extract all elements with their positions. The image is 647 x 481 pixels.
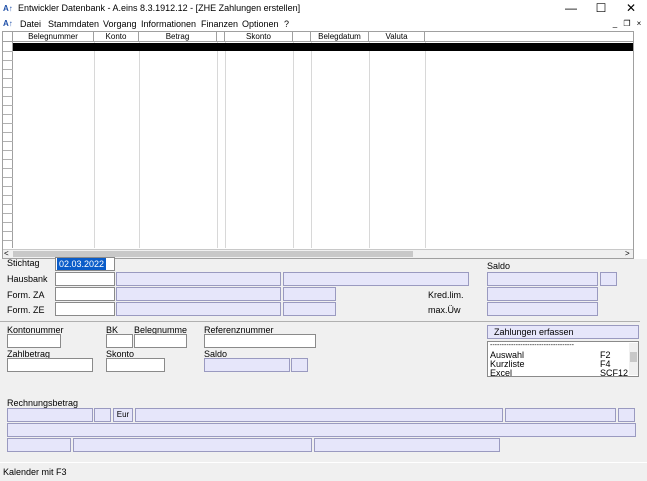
- minimize-button[interactable]: —: [556, 0, 586, 17]
- list-item-excel[interactable]: Excel: [490, 368, 512, 378]
- mdi-minimize-button[interactable]: _: [610, 19, 620, 28]
- form-za-name-display: [116, 287, 281, 301]
- grid-corner: [3, 32, 13, 42]
- selected-grid-row[interactable]: [13, 43, 633, 51]
- rechnungsbetrag-label: Rechnungsbetrag: [7, 398, 79, 408]
- currency-display: Eur: [113, 408, 133, 422]
- column-header-skonto[interactable]: Skonto: [225, 32, 293, 42]
- rechnungsbetrag-display: [7, 408, 93, 422]
- column-header-blank-1[interactable]: [217, 32, 225, 42]
- saldo-display: [487, 272, 598, 286]
- footer-field-2: [73, 438, 312, 452]
- row-header-strip: [3, 42, 13, 248]
- form-ze-extra-display: [283, 302, 336, 316]
- menu-informationen[interactable]: Informationen: [141, 19, 196, 29]
- kontonummer-field[interactable]: [7, 334, 61, 348]
- scroll-right-icon[interactable]: >: [625, 249, 630, 258]
- status-bar: Kalender mit F3: [0, 463, 647, 481]
- zahlungen-erfassen-button[interactable]: Zahlungen erfassen: [487, 325, 639, 339]
- stichtag-field[interactable]: 02.03.2022: [55, 257, 115, 271]
- rechnung-text-display: [135, 408, 503, 422]
- status-text: Kalender mit F3: [3, 467, 67, 477]
- kredlim-label: Kred.lim.: [428, 290, 464, 300]
- list-item-excel-key: SCF12: [600, 368, 629, 378]
- mdi-close-button[interactable]: ×: [634, 19, 644, 28]
- hausbank-info-display: [283, 272, 469, 286]
- form-ze-label: Form. ZE: [7, 305, 45, 315]
- rechnung-small-display: [618, 408, 635, 422]
- footer-field-3: [314, 438, 500, 452]
- hausbank-name-display: [116, 272, 281, 286]
- menu-finanzen[interactable]: Finanzen: [201, 19, 238, 29]
- scroll-left-icon[interactable]: <: [4, 249, 9, 258]
- maxuew-display: [487, 302, 598, 316]
- form-ze-field[interactable]: [55, 302, 115, 316]
- column-header-konto[interactable]: Konto: [94, 32, 139, 42]
- title-bar: A↑ Entwickler Datenbank - A.eins 8.3.191…: [0, 0, 647, 17]
- form-ze-name-display: [116, 302, 281, 316]
- bk-field[interactable]: [106, 334, 133, 348]
- list-separator: ------------------------------------: [490, 342, 574, 349]
- menu-datei[interactable]: Datei: [20, 19, 41, 29]
- mdi-restore-button[interactable]: ❐: [622, 19, 632, 28]
- maximize-button[interactable]: ☐: [586, 0, 616, 17]
- hausbank-field[interactable]: [55, 272, 115, 286]
- window-title: Entwickler Datenbank - A.eins 8.3.1912.1…: [18, 3, 301, 13]
- menu-bar: A↑ Datei Stammdaten Vorgang Informatione…: [0, 17, 647, 30]
- footer-field-1: [7, 438, 71, 452]
- section-divider: [0, 321, 640, 322]
- menu-optionen[interactable]: Optionen: [242, 19, 279, 29]
- menu-vorgang[interactable]: Vorgang: [103, 19, 137, 29]
- menu-help[interactable]: ?: [284, 19, 289, 29]
- rechnungsbetrag-extra-display: [94, 408, 111, 422]
- belegnummer-field[interactable]: [134, 334, 187, 348]
- saldo-label: Saldo: [487, 261, 511, 271]
- form-za-field[interactable]: [55, 287, 115, 301]
- rechnung-amount-display: [505, 408, 616, 422]
- maxuew-label: max.Üw: [428, 305, 461, 315]
- saldo2-currency-display: [291, 358, 308, 372]
- column-header-belegnummer[interactable]: Belegnummer: [13, 32, 94, 42]
- referenznummer-field[interactable]: [204, 334, 316, 348]
- stichtag-value: 02.03.2022: [57, 258, 107, 270]
- rechnung-info-line: [7, 423, 636, 437]
- listbox-scroll-thumb[interactable]: [630, 352, 637, 362]
- stichtag-label: Stichtag: [7, 258, 40, 268]
- action-listbox[interactable]: ------------------------------------ Aus…: [487, 341, 639, 378]
- form-za-extra-display: [283, 287, 336, 301]
- close-button[interactable]: ✕: [616, 0, 646, 17]
- mdi-logo-icon: A↑: [3, 19, 13, 28]
- menu-stammdaten[interactable]: Stammdaten: [48, 19, 99, 29]
- payments-grid[interactable]: Belegnummer Konto Betrag Skonto Belegdat…: [2, 31, 634, 259]
- column-header-blank-2[interactable]: [293, 32, 311, 42]
- skonto-field[interactable]: [106, 358, 165, 372]
- form-za-label: Form. ZA: [7, 290, 45, 300]
- saldo2-display: [204, 358, 290, 372]
- saldo-currency-display: [600, 272, 617, 286]
- listbox-scrollbar[interactable]: [629, 343, 638, 375]
- column-header-betrag[interactable]: Betrag: [139, 32, 217, 42]
- column-header-valuta[interactable]: Valuta: [369, 32, 425, 42]
- app-logo-icon: A↑: [3, 4, 13, 13]
- hausbank-label: Hausbank: [7, 274, 48, 284]
- column-header-belegdatum[interactable]: Belegdatum: [311, 32, 369, 42]
- column-header-filler: [425, 32, 633, 42]
- kredlim-display: [487, 287, 598, 301]
- zahlbetrag-field[interactable]: [7, 358, 93, 372]
